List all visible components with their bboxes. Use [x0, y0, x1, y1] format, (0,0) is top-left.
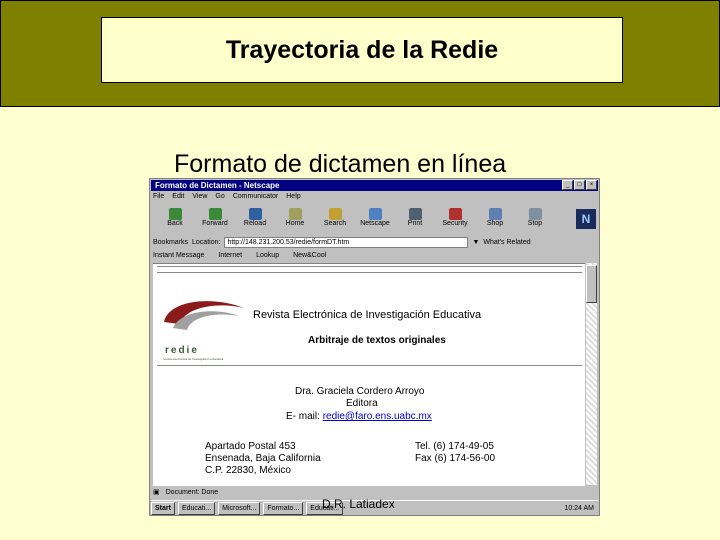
redie-logo-icon [164, 301, 244, 330]
print-icon [408, 208, 422, 220]
menu-bar: File Edit View Go Communicator Help [153, 193, 301, 200]
fax: Fax (6) 174-56-00 [415, 453, 496, 464]
reload-button[interactable]: Reload [238, 205, 272, 233]
divider [157, 266, 582, 267]
forward-button[interactable]: Forward [198, 205, 232, 233]
stop-icon [528, 208, 542, 220]
link-internet[interactable]: Internet [218, 252, 242, 259]
location-label: Location: [192, 238, 221, 246]
phone: Tel. (6) 174-49-05 [415, 441, 494, 452]
taskbar-item[interactable]: Formato... [263, 502, 304, 515]
security-button[interactable]: Security [438, 205, 472, 233]
window-title: Formato de Dictamen - Netscape [155, 181, 280, 190]
bookmarks-button[interactable]: Bookmarks [153, 239, 188, 246]
address-line-1: Apartado Postal 453 [205, 441, 296, 452]
divider [157, 272, 582, 273]
link-lookup[interactable]: Lookup [256, 252, 279, 259]
menu-view[interactable]: View [192, 193, 207, 200]
netscape-logo-icon: N [576, 209, 596, 229]
navigation-toolbar: Back Forward Reload Home Search Netscape… [158, 205, 578, 233]
editor-name: Dra. Graciela Cordero Arroyo [295, 386, 425, 397]
close-icon[interactable]: × [586, 180, 597, 190]
dropdown-icon[interactable]: ▼ [472, 239, 479, 246]
taskbar-item[interactable]: Educati... [177, 502, 216, 515]
link-instant-message[interactable]: Instant Message [153, 252, 204, 259]
menu-communicator[interactable]: Communicator [233, 193, 279, 200]
email-label: E- mail: [286, 411, 320, 422]
status-text: Document: Done [165, 488, 219, 496]
taskbar-item[interactable]: Microsoft... [218, 502, 261, 515]
divider [157, 365, 582, 366]
address-line-2: Ensenada, Baja California [205, 453, 321, 464]
netscape-button[interactable]: Netscape [358, 205, 392, 233]
forward-icon [208, 208, 222, 220]
editor-role: Editora [346, 398, 378, 409]
shop-icon [488, 208, 502, 220]
window-titlebar: Formato de Dictamen - Netscape [151, 180, 598, 191]
status-bar: ▣ Document: Done [153, 487, 596, 497]
logo-text: redie [165, 345, 199, 356]
search-button[interactable]: Search [318, 205, 352, 233]
home-icon [288, 208, 302, 220]
menu-edit[interactable]: Edit [172, 193, 184, 200]
scrollbar-thumb[interactable] [586, 265, 597, 303]
print-button[interactable]: Print [398, 205, 432, 233]
browser-screenshot: Formato de Dictamen - Netscape _ □ × Fil… [149, 178, 600, 516]
start-button[interactable]: Start [151, 502, 175, 515]
back-icon [168, 208, 182, 220]
whats-related-button[interactable]: What's Related [483, 239, 530, 246]
stop-button[interactable]: Stop [518, 205, 552, 233]
slide-subtitle: Formato de dictamen en línea [174, 150, 507, 178]
minimize-icon[interactable]: _ [562, 180, 573, 190]
menu-help[interactable]: Help [286, 193, 300, 200]
slide-footer: D.R. Latiadex [322, 497, 395, 511]
reload-icon [248, 208, 262, 220]
vertical-scrollbar[interactable] [586, 263, 597, 485]
taskbar-clock: 10:24 AM [564, 505, 594, 512]
location-bar: Bookmarks Location: http://148.231.200.5… [153, 236, 596, 248]
search-icon [328, 208, 342, 220]
title-box: Trayectoria de la Redie [101, 17, 623, 83]
home-button[interactable]: Home [278, 205, 312, 233]
personal-toolbar: Instant Message Internet Lookup New&Cool [153, 250, 596, 261]
email-line: E- mail: redie@faro.ens.uabc.mx [286, 411, 432, 422]
netscape-icon [368, 208, 382, 220]
address-line-3: C.P. 22830, México [205, 465, 291, 476]
email-link[interactable]: redie@faro.ens.uabc.mx [323, 411, 432, 422]
shop-button[interactable]: Shop [478, 205, 512, 233]
location-input[interactable]: http://148.231.200.53/redie/formDT.htm [224, 236, 469, 248]
menu-go[interactable]: Go [215, 193, 224, 200]
logo-subtext: revista electrónica de investigación edu… [163, 357, 224, 361]
status-lock-icon: ▣ [153, 489, 160, 496]
window-controls: _ □ × [562, 180, 597, 190]
lock-icon [448, 208, 462, 220]
page-content: redie revista electrónica de investigaci… [153, 263, 585, 486]
journal-name: Revista Electrónica de Investigación Edu… [253, 309, 482, 321]
slide-title: Trayectoria de la Redie [225, 35, 499, 64]
link-new-cool[interactable]: New&Cool [293, 252, 326, 259]
maximize-icon[interactable]: □ [574, 180, 585, 190]
page-heading: Arbitraje de textos originales [308, 335, 446, 346]
back-button[interactable]: Back [158, 205, 192, 233]
menu-file[interactable]: File [153, 193, 164, 200]
